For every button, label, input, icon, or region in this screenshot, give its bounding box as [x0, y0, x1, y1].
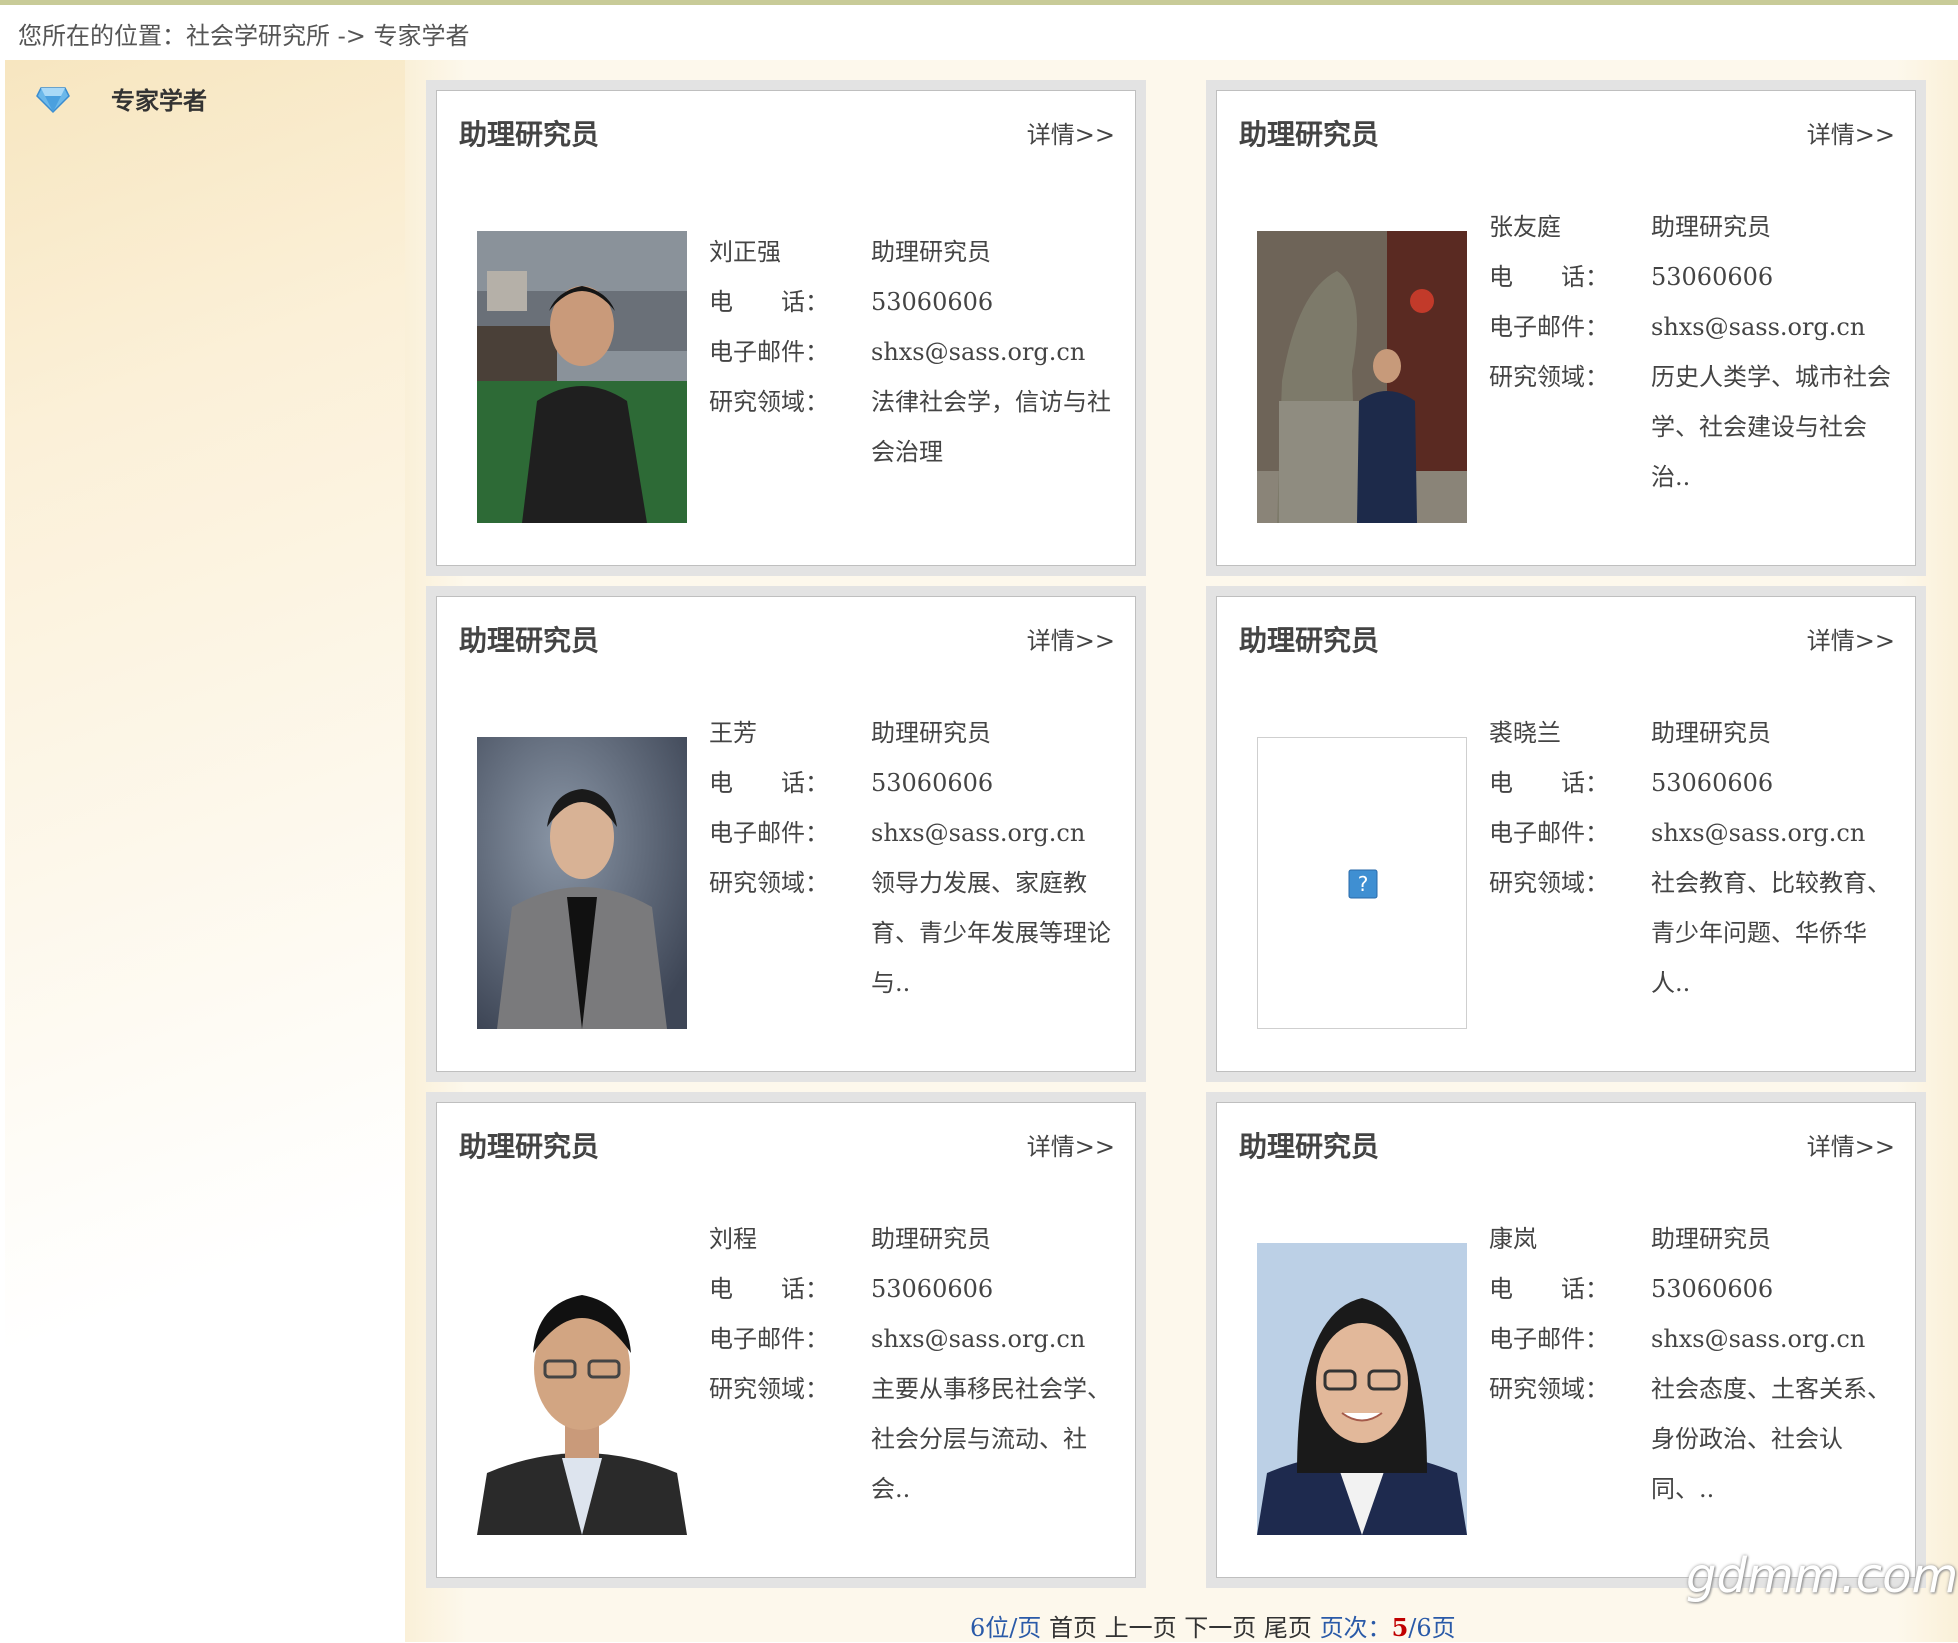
details-link[interactable]: 详情>>	[1027, 115, 1115, 150]
watermark: gdmm.com	[1686, 1548, 1958, 1604]
email-label: 电子邮件：	[709, 819, 829, 847]
page-label: 页次：	[1319, 1614, 1392, 1642]
phone-value: 53060606	[871, 1275, 994, 1303]
sidebar-title-label: 专家学者	[111, 85, 207, 115]
broken-image-icon: ?	[1348, 869, 1378, 899]
email-value: shxs@sass.org.cn	[871, 1325, 1086, 1353]
expert-card-body: 助理研究员 详情>> 张友庭 助理研究员 电 话： 53060606 电子邮件：…	[1216, 90, 1916, 566]
sidebar: 专家学者	[5, 60, 405, 1642]
portrait-photo[interactable]	[477, 737, 687, 1029]
top-rule	[0, 0, 1958, 5]
expert-card-body: 助理研究员 详情>> 康岚 助理研究员 电 话： 53060606 电子邮件： …	[1216, 1102, 1916, 1578]
field-label: 研究领域：	[1489, 1375, 1609, 1403]
phone-value: 53060606	[1651, 263, 1774, 291]
portrait-photo[interactable]	[477, 1243, 687, 1535]
expert-name[interactable]: 王芳	[709, 708, 859, 758]
field-value: 法律社会学，信访与社会治理	[871, 388, 1111, 466]
card-title: 助理研究员	[1239, 118, 1380, 151]
pagination: 6位/页 首页 上一页 下一页 尾页 页次：5/6页	[970, 1608, 1456, 1643]
card-title: 助理研究员	[1239, 1130, 1380, 1163]
expert-card-body: 助理研究员 详情>> 刘正强 助理研究员 电 话： 53060606 电子邮件：…	[436, 90, 1136, 566]
phone-value: 53060606	[1651, 769, 1774, 797]
field-label: 研究领域：	[709, 869, 829, 897]
phone-label: 电 话：	[1489, 769, 1609, 797]
expert-card: 助理研究员 详情>> 刘正强 助理研究员 电 话： 53060606 电子邮件：…	[426, 80, 1146, 576]
email-value: shxs@sass.org.cn	[1651, 819, 1866, 847]
email-label: 电子邮件：	[709, 1325, 829, 1353]
email-label: 电子邮件：	[709, 338, 829, 366]
current-page: 5	[1391, 1613, 1409, 1642]
last-page-link[interactable]: 尾页	[1264, 1614, 1312, 1642]
expert-name[interactable]: 刘正强	[709, 227, 859, 277]
phone-label: 电 话：	[1489, 1275, 1609, 1303]
expert-card-body: 助理研究员 详情>> 刘程 助理研究员 电 话： 53060606 电子邮件： …	[436, 1102, 1136, 1578]
email-label: 电子邮件：	[1489, 313, 1609, 341]
card-title: 助理研究员	[459, 1130, 600, 1163]
expert-card-body: 助理研究员 详情>> ? 裘晓兰 助理研究员 电 话： 53060606 电子邮…	[1216, 596, 1916, 1072]
expert-card: 助理研究员 详情>> 康岚 助理研究员 电 话： 53060606 电子邮件： …	[1206, 1092, 1926, 1588]
expert-position: 助理研究员	[1651, 213, 1771, 241]
email-value: shxs@sass.org.cn	[871, 819, 1086, 847]
email-label: 电子邮件：	[1489, 819, 1609, 847]
total-pages: /6页	[1408, 1614, 1456, 1642]
expert-name[interactable]: 刘程	[709, 1214, 859, 1264]
field-label: 研究领域：	[709, 388, 829, 416]
expert-position: 助理研究员	[1651, 719, 1771, 747]
broken-image-placeholder[interactable]: ?	[1257, 737, 1467, 1029]
expert-name[interactable]: 康岚	[1489, 1214, 1639, 1264]
email-label: 电子邮件：	[1489, 1325, 1609, 1353]
field-label: 研究领域：	[1489, 869, 1609, 897]
expert-card: 助理研究员 详情>> ? 裘晓兰 助理研究员 电 话： 53060606 电子邮…	[1206, 586, 1926, 1082]
expert-name[interactable]: 张友庭	[1489, 202, 1639, 252]
field-value: 历史人类学、城市社会学、社会建设与社会治..	[1651, 363, 1891, 491]
email-value: shxs@sass.org.cn	[1651, 313, 1866, 341]
phone-label: 电 话：	[709, 769, 829, 797]
expert-name[interactable]: 裘晓兰	[1489, 708, 1639, 758]
phone-value: 53060606	[871, 288, 994, 316]
field-label: 研究领域：	[1489, 363, 1609, 391]
next-page-link[interactable]: 下一页	[1184, 1614, 1256, 1642]
expert-position: 助理研究员	[1651, 1225, 1771, 1253]
details-link[interactable]: 详情>>	[1807, 1127, 1895, 1162]
prev-page-link[interactable]: 上一页	[1105, 1614, 1177, 1642]
breadcrumb: 您所在的位置：社会学研究所 -> 专家学者	[18, 22, 470, 50]
field-value: 主要从事移民社会学、社会分层与流动、社会..	[871, 1375, 1111, 1503]
expert-position: 助理研究员	[871, 238, 991, 266]
portrait-photo[interactable]	[1257, 1243, 1467, 1535]
portrait-photo-statue[interactable]	[1257, 231, 1467, 523]
sidebar-title[interactable]: 专家学者	[35, 78, 207, 118]
details-link[interactable]: 详情>>	[1807, 115, 1895, 150]
expert-position: 助理研究员	[871, 719, 991, 747]
card-title: 助理研究员	[1239, 624, 1380, 657]
first-page-link[interactable]: 首页	[1049, 1614, 1097, 1642]
svg-text:?: ?	[1358, 872, 1369, 896]
expert-card: 助理研究员 详情>> 王芳 助理研究员 电 话： 53060606 电子邮件： …	[426, 586, 1146, 1082]
expert-card-body: 助理研究员 详情>> 王芳 助理研究员 电 话： 53060606 电子邮件： …	[436, 596, 1136, 1072]
expert-card: 助理研究员 详情>> 张友庭 助理研究员 电 话： 53060606 电子邮件：…	[1206, 80, 1926, 576]
portrait-photo[interactable]	[477, 231, 687, 523]
card-title: 助理研究员	[459, 624, 600, 657]
email-value: shxs@sass.org.cn	[1651, 1325, 1866, 1353]
email-value: shxs@sass.org.cn	[871, 338, 1086, 366]
phone-value: 53060606	[1651, 1275, 1774, 1303]
field-value: 社会态度、土客关系、身份政治、社会认同、..	[1651, 1375, 1891, 1503]
phone-label: 电 话：	[709, 288, 829, 316]
field-value: 领导力发展、家庭教育、青少年发展等理论与..	[871, 869, 1111, 997]
phone-label: 电 话：	[1489, 263, 1609, 291]
gem-icon	[35, 80, 71, 116]
field-value: 社会教育、比较教育、青少年问题、华侨华人..	[1651, 869, 1891, 997]
phone-value: 53060606	[871, 769, 994, 797]
card-title: 助理研究员	[459, 118, 600, 151]
details-link[interactable]: 详情>>	[1807, 621, 1895, 656]
per-page-text: 6位/页	[970, 1614, 1042, 1642]
details-link[interactable]: 详情>>	[1027, 1127, 1115, 1162]
phone-label: 电 话：	[709, 1275, 829, 1303]
expert-position: 助理研究员	[871, 1225, 991, 1253]
expert-card: 助理研究员 详情>> 刘程 助理研究员 电 话： 53060606 电子邮件： …	[426, 1092, 1146, 1588]
details-link[interactable]: 详情>>	[1027, 621, 1115, 656]
field-label: 研究领域：	[709, 1375, 829, 1403]
